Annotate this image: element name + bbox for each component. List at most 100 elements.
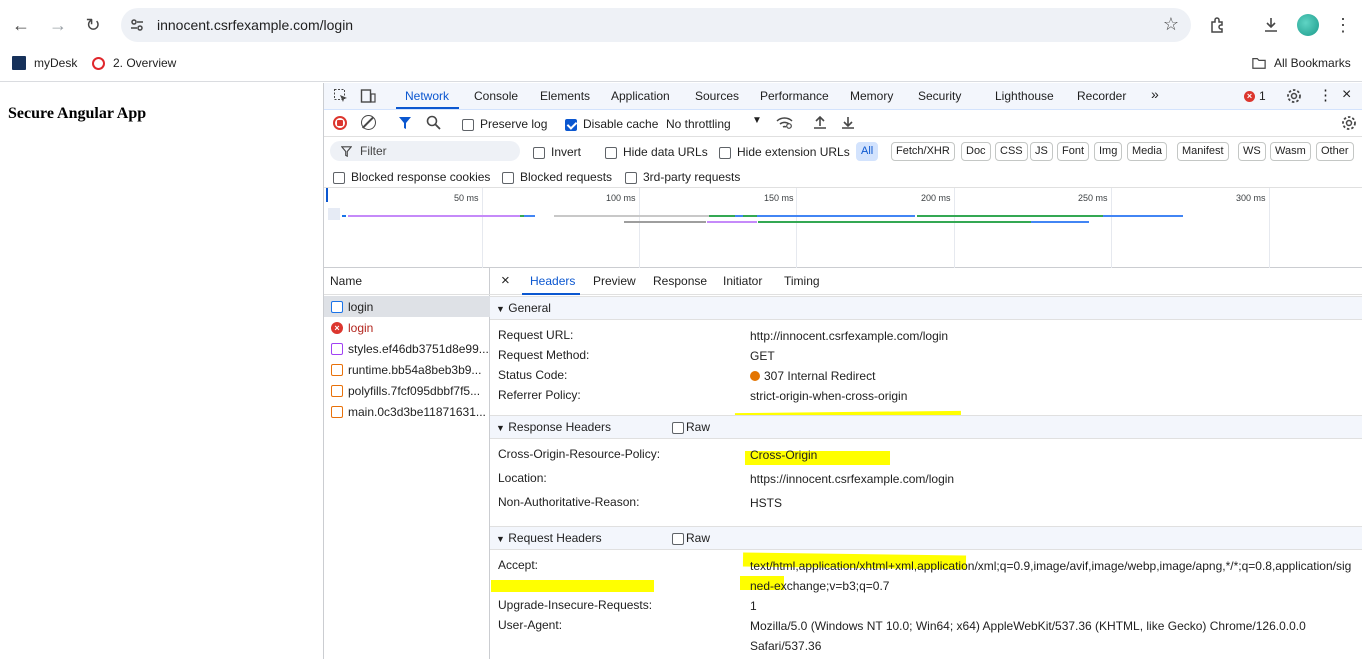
search-icon[interactable]	[426, 115, 441, 130]
all-bookmarks-button[interactable]: All Bookmarks	[1252, 56, 1351, 70]
tab-timing[interactable]: Timing	[784, 274, 820, 288]
tab-network[interactable]: Network	[405, 89, 449, 103]
tab-preview[interactable]: Preview	[593, 274, 636, 288]
tab-elements[interactable]: Elements	[540, 89, 590, 103]
type-filter-js[interactable]: JS	[1030, 142, 1053, 161]
request-row[interactable]: main.0c3d3be11871631...	[324, 401, 490, 422]
download-icon[interactable]	[1259, 13, 1283, 37]
preserve-log-checkbox[interactable]	[462, 117, 474, 131]
type-filter-manifest[interactable]: Manifest	[1177, 142, 1229, 161]
general-section-header[interactable]: ▼ General	[490, 296, 1362, 320]
tab-sources[interactable]: Sources	[695, 89, 739, 103]
tab-initiator[interactable]: Initiator	[723, 274, 762, 288]
hide-data-urls-checkbox[interactable]	[605, 145, 617, 159]
close-devtools-icon[interactable]: ×	[1342, 86, 1351, 104]
invert-label: Invert	[551, 145, 582, 159]
more-tabs-chevron-icon[interactable]: »	[1151, 86, 1159, 102]
timeline-tick-label: 200 ms	[921, 193, 951, 203]
type-filter-wasm[interactable]: Wasm	[1270, 142, 1311, 161]
filter-funnel-icon[interactable]	[398, 116, 412, 130]
script-icon	[331, 363, 343, 376]
raw-label: Raw	[686, 531, 711, 545]
request-name: main.0c3d3be11871631...	[348, 404, 486, 419]
type-filter-ws[interactable]: WS	[1238, 142, 1266, 161]
waterfall-bar	[757, 215, 915, 217]
type-filter-other[interactable]: Other	[1316, 142, 1354, 161]
header-key: Location:	[498, 471, 547, 485]
forward-arrow-icon[interactable]: →	[45, 12, 71, 38]
network-toolbar: Preserve log Disable cache No throttling…	[324, 110, 1362, 137]
request-row[interactable]: × login	[324, 317, 490, 338]
chrome-menu-icon[interactable]: ⋮	[1331, 13, 1355, 37]
morgan-stanley-logo-icon	[12, 56, 26, 70]
settings-gear-icon[interactable]	[1286, 88, 1302, 104]
request-row[interactable]: runtime.bb54a8beb3b9...	[324, 359, 490, 380]
request-row[interactable]: polyfills.7fcf095dbbf7f5...	[324, 380, 490, 401]
waterfall-bar	[743, 215, 757, 217]
back-arrow-icon[interactable]: ←	[8, 12, 34, 38]
network-conditions-wifi-icon[interactable]	[776, 116, 793, 130]
tab-security[interactable]: Security	[918, 89, 961, 103]
type-filter-font[interactable]: Font	[1057, 142, 1090, 161]
tab-memory[interactable]: Memory	[850, 89, 893, 103]
third-party-requests-checkbox[interactable]	[625, 170, 637, 184]
import-har-upload-icon[interactable]	[813, 115, 827, 130]
request-method-value: GET	[750, 349, 775, 363]
device-toolbar-icon[interactable]	[360, 88, 376, 104]
triangle-down-icon: ▼	[496, 423, 505, 433]
clear-log-icon[interactable]	[361, 115, 376, 130]
tab-application[interactable]: Application	[611, 89, 670, 103]
request-name: login	[348, 320, 374, 335]
request-row[interactable]: styles.ef46db3751d8e99...	[324, 338, 490, 359]
devtools-menu-icon[interactable]: ⋮	[1318, 86, 1333, 104]
type-filter-doc[interactable]: Doc	[961, 142, 991, 161]
tab-response[interactable]: Response	[653, 274, 707, 288]
record-stop-icon[interactable]	[333, 116, 347, 130]
tab-console[interactable]: Console	[474, 89, 518, 103]
blocked-response-cookies-checkbox[interactable]	[333, 170, 345, 184]
error-circle-icon[interactable]: ×	[1244, 91, 1255, 102]
request-raw-checkbox[interactable]	[672, 531, 684, 545]
blocked-requests-checkbox[interactable]	[502, 170, 514, 184]
close-details-icon[interactable]: ×	[501, 272, 510, 289]
network-overview-timeline[interactable]: 50 ms 100 ms 150 ms 200 ms 250 ms 300 ms	[324, 188, 1362, 268]
address-bar[interactable]: innocent.csrfexample.com/login ☆	[121, 8, 1191, 42]
type-filter-css[interactable]: CSS	[995, 142, 1028, 161]
site-info-tune-icon[interactable]	[129, 17, 145, 33]
waterfall-bar	[624, 221, 706, 223]
devtools-tab-bar: Network Console Elements Application Sou…	[324, 83, 1362, 110]
url-text[interactable]: innocent.csrfexample.com/login	[157, 17, 353, 33]
profile-avatar[interactable]	[1297, 14, 1319, 36]
request-row[interactable]: login	[324, 296, 490, 317]
bookmark-star-icon[interactable]: ☆	[1163, 14, 1179, 35]
type-filter-media[interactable]: Media	[1127, 142, 1167, 161]
tab-recorder[interactable]: Recorder	[1077, 89, 1126, 103]
type-filter-img[interactable]: Img	[1094, 142, 1123, 161]
type-filter-fetch-xhr[interactable]: Fetch/XHR	[891, 142, 955, 161]
filter-input[interactable]: Filter	[330, 141, 520, 161]
tab-headers[interactable]: Headers	[530, 274, 575, 288]
extensions-puzzle-icon[interactable]	[1206, 13, 1230, 37]
throttling-select[interactable]: No throttling	[666, 117, 731, 131]
name-column-header[interactable]: Name	[324, 268, 490, 295]
hide-extension-urls-checkbox[interactable]	[719, 145, 731, 159]
waterfall-bar	[342, 215, 346, 217]
status-code-value: 307 Internal Redirect	[750, 366, 1360, 386]
network-settings-gear-icon[interactable]	[1341, 115, 1357, 131]
response-headers-section-header[interactable]: ▼ Response Headers	[490, 415, 1362, 439]
invert-checkbox[interactable]	[533, 145, 545, 159]
reload-icon[interactable]: ↻	[80, 12, 106, 38]
bookmark-overview[interactable]: 2. Overview	[92, 56, 176, 70]
export-har-download-icon[interactable]	[841, 115, 855, 130]
tab-lighthouse[interactable]: Lighthouse	[995, 89, 1054, 103]
request-headers-section-header[interactable]: ▼ Request Headers	[490, 526, 1362, 550]
chevron-down-icon[interactable]: ▼	[752, 115, 762, 126]
bookmark-mydesk[interactable]: myDesk	[12, 56, 77, 70]
error-count[interactable]: 1	[1259, 89, 1266, 103]
response-raw-checkbox[interactable]	[672, 420, 684, 434]
type-filter-all[interactable]: All	[856, 142, 879, 161]
disable-cache-checkbox[interactable]	[565, 117, 577, 131]
timeline-gridline	[954, 188, 955, 268]
tab-performance[interactable]: Performance	[760, 89, 829, 103]
inspect-element-icon[interactable]	[333, 88, 349, 104]
